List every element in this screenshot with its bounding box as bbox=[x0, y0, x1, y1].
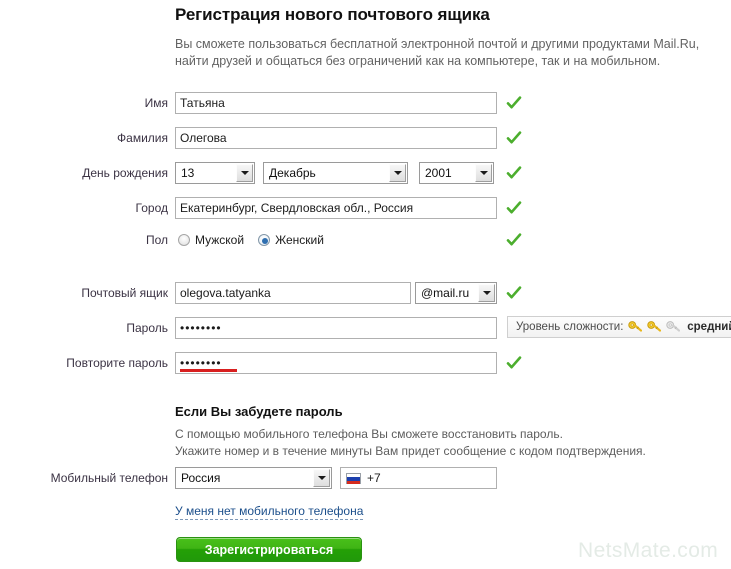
gender-option-male[interactable]: Мужской bbox=[178, 229, 244, 251]
birthday-day-select[interactable]: 13 bbox=[175, 162, 255, 184]
password-strength-indicator: Уровень сложности: средний bbox=[507, 316, 731, 338]
birthday-year-select[interactable]: 2001 bbox=[419, 162, 494, 184]
row-mailbox: Почтовый ящик @mail.ru bbox=[0, 282, 731, 304]
mailbox-valid-icon bbox=[506, 285, 522, 301]
gender-female-label: Женский bbox=[275, 233, 324, 247]
radio-checked-icon[interactable] bbox=[258, 234, 271, 246]
mailbox-domain-value: @mail.ru bbox=[421, 286, 470, 300]
registration-page: Регистрация нового почтового ящика Вы см… bbox=[0, 0, 731, 569]
gender-option-female[interactable]: Женский bbox=[258, 229, 324, 251]
phone-number-input[interactable]: +7 bbox=[340, 467, 497, 489]
radio-unchecked-icon[interactable] bbox=[178, 234, 190, 246]
city-label: Город bbox=[135, 201, 168, 215]
city-valid-icon bbox=[506, 200, 522, 216]
register-button[interactable]: Зарегистрироваться bbox=[176, 537, 362, 562]
row-city: Город bbox=[0, 197, 731, 219]
recovery-heading: Если Вы забудете пароль bbox=[175, 404, 343, 419]
row-password-repeat: Повторите пароль bbox=[0, 352, 731, 374]
spellcheck-underline bbox=[180, 369, 237, 372]
gender-valid-icon bbox=[506, 232, 522, 248]
phone-country-value: Россия bbox=[181, 471, 221, 485]
row-birthday: День рождения 13 Декабрь 2001 bbox=[0, 162, 731, 184]
recovery-line-2: Укажите номер и в течение минуты Вам при… bbox=[175, 444, 646, 458]
row-password: Пароль Уровень сложности: bbox=[0, 316, 731, 339]
key-icon-filled bbox=[647, 319, 661, 332]
password-strength-label: Уровень сложности: bbox=[516, 321, 624, 333]
page-title: Регистрация нового почтового ящика bbox=[175, 5, 490, 24]
last-name-label: Фамилия bbox=[117, 131, 168, 145]
row-first-name: Имя bbox=[0, 92, 731, 114]
row-last-name: Фамилия bbox=[0, 127, 731, 149]
password-label: Пароль bbox=[126, 321, 168, 335]
recovery-line-1: С помощью мобильного телефона Вы сможете… bbox=[175, 427, 563, 441]
birthday-month-value: Декабрь bbox=[269, 166, 316, 180]
birthday-valid-icon bbox=[506, 165, 522, 181]
key-icon-filled bbox=[627, 319, 642, 332]
row-gender: Пол Мужской Женский bbox=[0, 229, 731, 251]
gender-radio-group: Мужской Женский bbox=[178, 229, 338, 251]
password-strength-level: средний bbox=[687, 321, 731, 333]
birthday-label: День рождения bbox=[82, 166, 168, 180]
chevron-down-icon[interactable] bbox=[313, 469, 330, 487]
last-name-input[interactable] bbox=[175, 127, 497, 149]
city-input[interactable] bbox=[175, 197, 497, 219]
key-icon-empty bbox=[666, 319, 681, 332]
first-name-valid-icon bbox=[506, 95, 522, 111]
birthday-year-value: 2001 bbox=[425, 166, 452, 180]
last-name-valid-icon bbox=[506, 130, 522, 146]
gender-male-label: Мужской bbox=[195, 233, 245, 247]
chevron-down-icon[interactable] bbox=[389, 164, 406, 182]
password-repeat-valid-icon bbox=[506, 355, 522, 371]
mailbox-domain-select[interactable]: @mail.ru bbox=[415, 282, 497, 304]
phone-country-code: +7 bbox=[367, 471, 381, 485]
mailbox-input[interactable] bbox=[175, 282, 411, 304]
watermark: NetsMate.com bbox=[578, 539, 719, 562]
phone-country-select[interactable]: Россия bbox=[175, 467, 332, 489]
mailbox-label: Почтовый ящик bbox=[81, 286, 168, 300]
no-mobile-phone-link[interactable]: У меня нет мобильного телефона bbox=[175, 504, 364, 520]
page-subtitle: Вы сможете пользоваться бесплатной элект… bbox=[175, 37, 700, 68]
chevron-down-icon[interactable] bbox=[475, 164, 492, 182]
gender-label: Пол bbox=[145, 233, 168, 247]
password-repeat-label: Повторите пароль bbox=[66, 356, 168, 370]
chevron-down-icon[interactable] bbox=[236, 164, 253, 182]
birthday-day-value: 13 bbox=[181, 166, 195, 180]
first-name-input[interactable] bbox=[175, 92, 497, 114]
mobile-phone-label: Мобильный телефон bbox=[50, 471, 168, 485]
first-name-label: Имя bbox=[144, 96, 168, 110]
password-input[interactable] bbox=[175, 317, 497, 339]
russia-flag-icon bbox=[346, 473, 361, 484]
birthday-month-select[interactable]: Декабрь bbox=[263, 162, 408, 184]
row-mobile-phone: Мобильный телефон Россия +7 bbox=[0, 467, 731, 489]
chevron-down-icon[interactable] bbox=[478, 284, 495, 302]
